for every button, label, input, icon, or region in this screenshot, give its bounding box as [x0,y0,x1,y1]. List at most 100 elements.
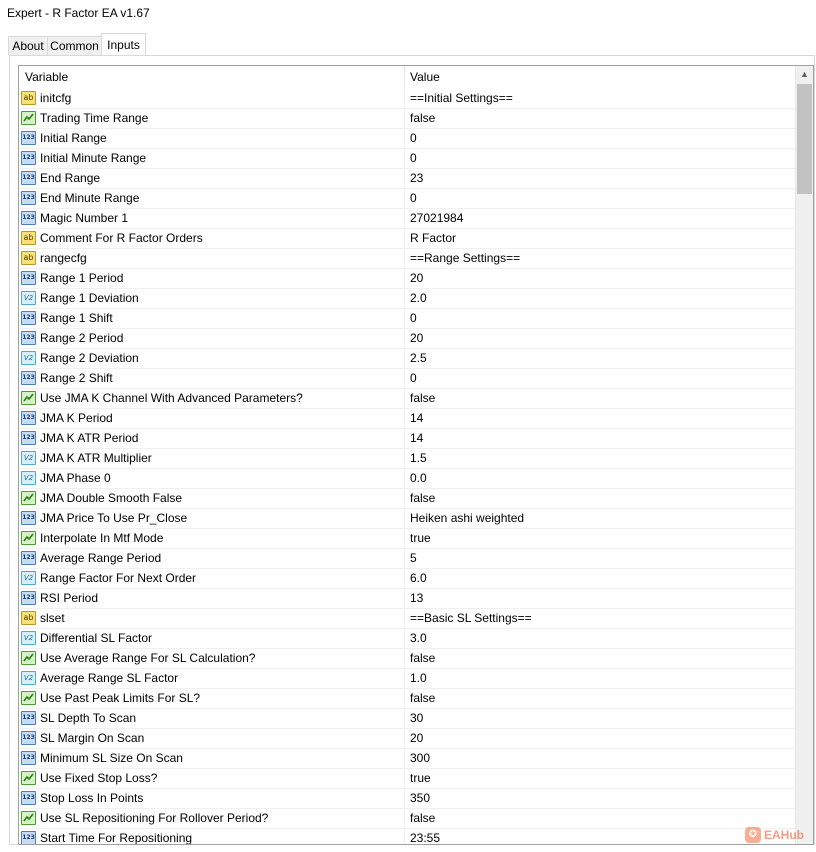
table-row[interactable]: ab initcfg ==Initial Settings== [19,89,795,109]
table-row[interactable]: ab slset ==Basic SL Settings== [19,609,795,629]
value-cell[interactable]: false [405,109,795,128]
table-row[interactable]: 123 End Minute Range 0 [19,189,795,209]
table-row[interactable]: Trading Time Range false [19,109,795,129]
value-cell[interactable]: 2.5 [405,349,795,368]
value-cell[interactable]: 20 [405,329,795,348]
integer-icon: 123 [21,191,36,205]
table-row[interactable]: 123 Average Range Period 5 [19,549,795,569]
value-cell[interactable]: 20 [405,729,795,748]
table-row[interactable]: 123 Range 2 Period 20 [19,329,795,349]
value-cell[interactable]: 0.0 [405,469,795,488]
value-cell[interactable]: false [405,809,795,828]
value-cell[interactable]: 6.0 [405,569,795,588]
table-row[interactable]: 123 Stop Loss In Points 350 [19,789,795,809]
variable-name: Use JMA K Channel With Advanced Paramete… [40,391,303,405]
table-row[interactable]: 123 Magic Number 1 27021984 [19,209,795,229]
table-row[interactable]: 123 Initial Minute Range 0 [19,149,795,169]
scroll-up-arrow-icon[interactable]: ▲ [796,66,813,83]
table-row[interactable]: 123 JMA Price To Use Pr_Close Heiken ashi … [19,509,795,529]
table-row[interactable]: 123 SL Margin On Scan 20 [19,729,795,749]
table-row[interactable]: 123 SL Depth To Scan 30 [19,709,795,729]
value-cell[interactable]: 300 [405,749,795,768]
value-cell[interactable]: false [405,489,795,508]
table-row[interactable]: JMA Double Smooth False false [19,489,795,509]
table-row[interactable]: V2 JMA Phase 0 0.0 [19,469,795,489]
value-cell[interactable]: 14 [405,409,795,428]
value-cell[interactable]: ==Basic SL Settings== [405,609,795,628]
value-cell[interactable]: ==Initial Settings== [405,89,795,108]
value-cell[interactable]: 0 [405,149,795,168]
table-row[interactable]: Use Average Range For SL Calculation? fal… [19,649,795,669]
table-row[interactable]: Use SL Repositioning For Rollover Period… [19,809,795,829]
tab-about[interactable]: About [8,36,48,55]
value-cell[interactable]: 0 [405,369,795,388]
variable-cell: 123 JMA Price To Use Pr_Close [19,509,405,528]
value-cell[interactable]: 23:55 [405,829,795,844]
table-row[interactable]: 123 JMA K ATR Period 14 [19,429,795,449]
table-row[interactable]: ab Comment For R Factor Orders R Factor [19,229,795,249]
table-row[interactable]: V2 Range Factor For Next Order 6.0 [19,569,795,589]
column-header-value[interactable]: Value [405,66,795,89]
value-cell[interactable]: 13 [405,589,795,608]
table-row[interactable]: 123 Range 1 Period 20 [19,269,795,289]
table-row[interactable]: V2 JMA K ATR Multiplier 1.5 [19,449,795,469]
value-cell[interactable]: 20 [405,269,795,288]
column-header-variable[interactable]: Variable [19,66,405,89]
value-cell[interactable]: 0 [405,189,795,208]
bool-icon [21,771,36,785]
value-cell[interactable]: 23 [405,169,795,188]
table-row[interactable]: 123 JMA K Period 14 [19,409,795,429]
string-icon: ab [21,611,36,625]
value-cell[interactable]: 5 [405,549,795,568]
table-row[interactable]: Use JMA K Channel With Advanced Paramete… [19,389,795,409]
value-cell[interactable]: ==Range Settings== [405,249,795,268]
table-row[interactable]: 123 Start Time For Repositioning 23:55 [19,829,795,844]
table-row[interactable]: V2 Range 1 Deviation 2.0 [19,289,795,309]
scroll-thumb[interactable] [797,84,812,194]
value-cell[interactable]: 350 [405,789,795,808]
value-cell[interactable]: false [405,689,795,708]
variable-cell: 123 JMA K ATR Period [19,429,405,448]
variable-name: JMA K ATR Period [40,431,139,445]
table-row[interactable]: 123 Range 2 Shift 0 [19,369,795,389]
value-cell[interactable]: R Factor [405,229,795,248]
variable-cell: 123 SL Margin On Scan [19,729,405,748]
table-row[interactable]: Use Fixed Stop Loss? true [19,769,795,789]
table-row[interactable]: 123 RSI Period 13 [19,589,795,609]
table-row[interactable]: 123 Minimum SL Size On Scan 300 [19,749,795,769]
integer-icon: 123 [21,131,36,145]
value-cell[interactable]: true [405,769,795,788]
value-cell[interactable]: 0 [405,129,795,148]
value-cell[interactable]: false [405,649,795,668]
value-cell[interactable]: 0 [405,309,795,328]
tab-inputs[interactable]: Inputs [101,33,146,56]
table-row[interactable]: 123 End Range 23 [19,169,795,189]
table-row[interactable]: V2 Average Range SL Factor 1.0 [19,669,795,689]
value-cell[interactable]: 30 [405,709,795,728]
value-cell[interactable]: true [405,529,795,548]
value-cell[interactable]: 27021984 [405,209,795,228]
table-row[interactable]: V2 Range 2 Deviation 2.5 [19,349,795,369]
value-cell[interactable]: 2.0 [405,289,795,308]
table-row[interactable]: 123 Initial Range 0 [19,129,795,149]
value-cell[interactable]: 14 [405,429,795,448]
value-cell[interactable]: Heiken ashi weighted [405,509,795,528]
table-row[interactable]: 123 Range 1 Shift 0 [19,309,795,329]
value-cell[interactable]: false [405,389,795,408]
value-cell[interactable]: 1.0 [405,669,795,688]
table-row[interactable]: ab rangecfg ==Range Settings== [19,249,795,269]
variable-cell: V2 JMA Phase 0 [19,469,405,488]
tab-common[interactable]: Common [47,36,102,55]
window-title: Expert - R Factor EA v1.67 [7,6,150,20]
inputs-grid: Variable Value ab initcfg ==Initial Settin… [18,65,814,845]
variable-cell: Use JMA K Channel With Advanced Paramete… [19,389,405,408]
table-row[interactable]: V2 Differential SL Factor 3.0 [19,629,795,649]
vertical-scrollbar[interactable]: ▲ [795,66,813,844]
table-row[interactable]: Use Past Peak Limits For SL? false [19,689,795,709]
value-cell[interactable]: 1.5 [405,449,795,468]
variable-cell: V2 Range 1 Deviation [19,289,405,308]
variable-cell: V2 Range 2 Deviation [19,349,405,368]
window-title-bar: Expert - R Factor EA v1.67 [0,0,816,30]
table-row[interactable]: Interpolate In Mtf Mode true [19,529,795,549]
value-cell[interactable]: 3.0 [405,629,795,648]
